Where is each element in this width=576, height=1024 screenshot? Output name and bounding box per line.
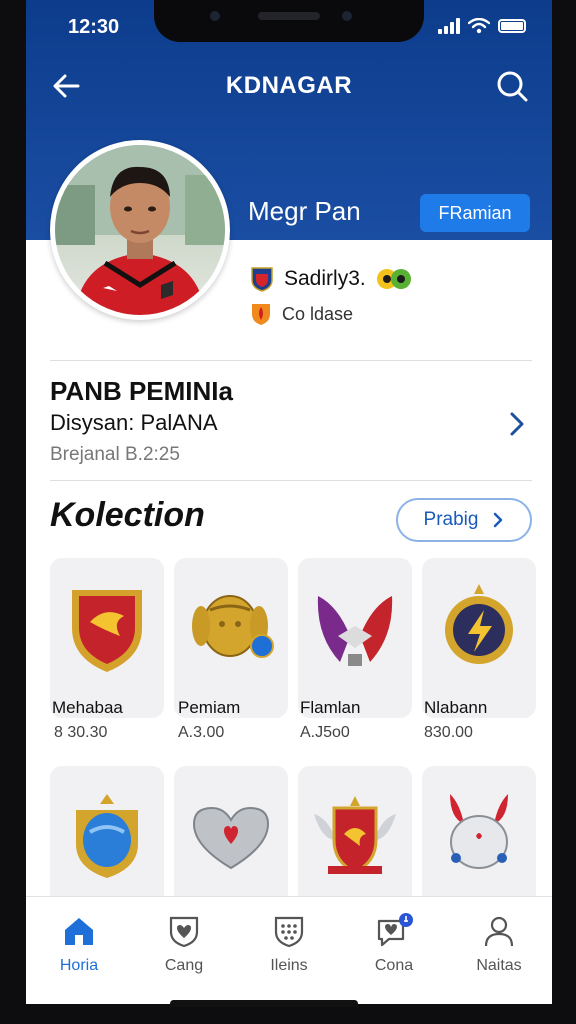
collection-card[interactable] (174, 558, 288, 718)
divider (50, 480, 532, 481)
shield-dots-icon (274, 916, 304, 948)
app-title: KDNAGAR (225, 72, 353, 99)
chat-heart-icon (377, 913, 413, 947)
front-camera (342, 11, 352, 21)
home-indicator[interactable] (170, 1000, 358, 1007)
collection-card[interactable] (298, 558, 412, 718)
notch (154, 0, 424, 42)
bottom-navigation: Horia Cang Ileins Cona Naitas (26, 896, 552, 1004)
collection-button-label: Prabig (423, 509, 479, 530)
nav-label: Horia (59, 957, 99, 974)
rank-row: Co ldase (250, 302, 353, 326)
avatar[interactable] (50, 140, 230, 320)
card-price: A.3.00 (178, 724, 225, 741)
club-badge-icon (251, 267, 273, 292)
winged-helmet-icon (450, 794, 508, 869)
lightning-medal-icon (445, 584, 513, 664)
status-time: 12:30 (68, 16, 120, 38)
card-price: 8 30.30 (54, 724, 108, 741)
player-photo (55, 145, 225, 315)
speaker (258, 12, 320, 20)
chevron-right-icon (494, 512, 503, 528)
blue-orb-badge-icon (76, 794, 138, 878)
card-name: Mehabaa (52, 698, 123, 717)
golden-armor-icon (192, 595, 274, 658)
signal-icon (438, 18, 460, 34)
card-name: Flamlan (300, 698, 361, 717)
battery-icon (498, 19, 526, 33)
user-icon (484, 916, 514, 947)
winged-shield-icon (314, 796, 396, 874)
phone-bezel-left (0, 0, 26, 1024)
nav-label: Cang (164, 957, 204, 974)
collection-more-button[interactable]: Prabig (396, 498, 532, 542)
collection-card[interactable] (50, 558, 164, 718)
sensor (210, 11, 220, 21)
card-price: 830.00 (424, 724, 473, 741)
card-price: A.J5o0 (300, 724, 350, 741)
nav-chat[interactable]: Cona (344, 913, 444, 975)
event-title: PANB PEMINIa (50, 376, 233, 406)
silver-heart-icon (192, 806, 270, 870)
red-shield-icon (72, 590, 142, 672)
club-row: Sadirly3. (250, 266, 412, 292)
player-name: Megr Pan (248, 196, 361, 226)
event-subtitle: Disysan: PalANA (50, 410, 218, 435)
nav-label: Ileins (270, 957, 308, 974)
nav-items[interactable]: Ileins (239, 913, 339, 975)
wifi-icon (468, 18, 490, 34)
nav-home[interactable]: Horia (29, 913, 129, 975)
chevron-right-icon (510, 412, 524, 436)
club-label: Sadirly3. (284, 267, 366, 290)
phone-screen: 12:30 KDNAGAR Megr Pan FRamian Sadirly3.… (26, 0, 552, 1004)
event-date: Brejanal B.2:25 (50, 444, 180, 465)
phone-bezel-bottom (0, 1004, 576, 1024)
premium-button[interactable]: FRamian (420, 194, 530, 232)
nav-card[interactable]: Cang (134, 913, 234, 975)
player-portrait (55, 145, 225, 315)
event-open-button[interactable] (502, 404, 532, 444)
phone-bezel-right (552, 0, 576, 1024)
owl-badge-icon (376, 269, 411, 289)
collection-card[interactable] (422, 558, 536, 718)
nav-profile[interactable]: Naitas (449, 913, 549, 975)
collection-title: Kolection (50, 496, 205, 534)
flame-badge-icon (252, 304, 270, 325)
search-button[interactable] (492, 66, 532, 106)
search-icon (497, 71, 528, 102)
shield-heart-icon (169, 916, 199, 948)
home-icon (65, 918, 93, 945)
card-name: Pemiam (178, 698, 241, 717)
nav-label: Cona (374, 957, 414, 974)
status-icons (438, 18, 526, 34)
divider (50, 360, 532, 361)
card-name: Nlabann (424, 698, 488, 717)
nav-label: Naitas (476, 957, 522, 974)
winged-crest-icon (317, 596, 393, 666)
rank-label: Co ldase (282, 303, 354, 324)
